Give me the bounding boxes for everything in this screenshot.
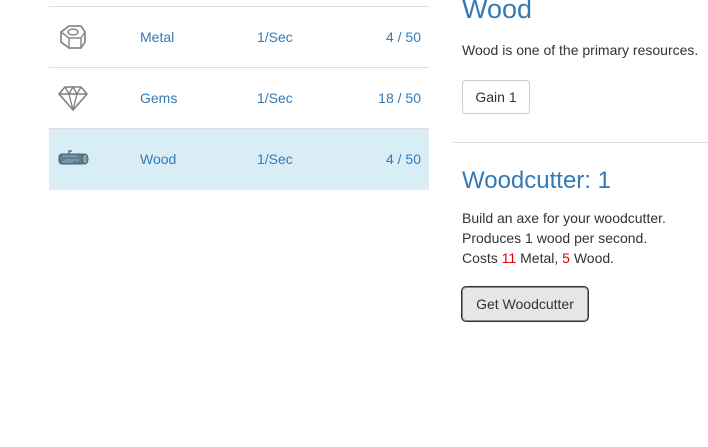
building-cost: Costs 11 Metal, 5 Wood. — [462, 248, 666, 268]
resource-amount: 4 / 50 — [385, 29, 421, 45]
resource-row-metal[interactable]: Metal 1/Sec 4 / 50 — [49, 7, 429, 68]
resource-rate: 1/Sec — [257, 151, 293, 167]
cost-metal-amount: 11 — [501, 250, 517, 266]
building-line-1: Build an axe for your woodcutter. — [462, 210, 666, 226]
building-line-2: Produces 1 wood per second. — [462, 230, 648, 246]
resource-table: Metal 1/Sec 4 / 50 Gems 1/Sec 18 / 50 Wo… — [49, 6, 429, 190]
cost-prefix: Costs — [462, 250, 502, 266]
get-woodcutter-button[interactable]: Get Woodcutter — [462, 287, 588, 321]
resource-rate: 1/Sec — [257, 29, 293, 45]
cost-metal-label: Metal, — [516, 250, 563, 266]
resource-row-wood[interactable]: Wood 1/Sec 4 / 50 — [49, 129, 429, 190]
building-title: Woodcutter: 1 — [462, 167, 611, 194]
cost-wood-label: Wood. — [569, 250, 615, 266]
metal-nut-icon — [57, 23, 89, 51]
resource-name: Wood — [140, 151, 177, 167]
resource-title: Wood — [462, 0, 533, 24]
resource-name: Metal — [140, 29, 175, 45]
gem-icon — [57, 84, 89, 112]
resource-amount: 18 / 50 — [378, 90, 421, 106]
resource-rate: 1/Sec — [257, 90, 293, 106]
wood-log-icon — [57, 145, 89, 173]
cost-wood-amount: 5 — [562, 250, 570, 266]
building-description: Build an axe for your woodcutter. Produc… — [462, 208, 666, 268]
resource-name: Gems — [140, 90, 178, 106]
gain-button[interactable]: Gain 1 — [462, 80, 530, 114]
resource-amount: 4 / 50 — [385, 151, 421, 167]
page: Metal 1/Sec 4 / 50 Gems 1/Sec 18 / 50 Wo… — [0, 0, 708, 447]
divider — [453, 142, 708, 143]
resource-description: Wood is one of the primary resources. — [462, 42, 699, 58]
resource-row-gems[interactable]: Gems 1/Sec 18 / 50 — [49, 68, 429, 129]
